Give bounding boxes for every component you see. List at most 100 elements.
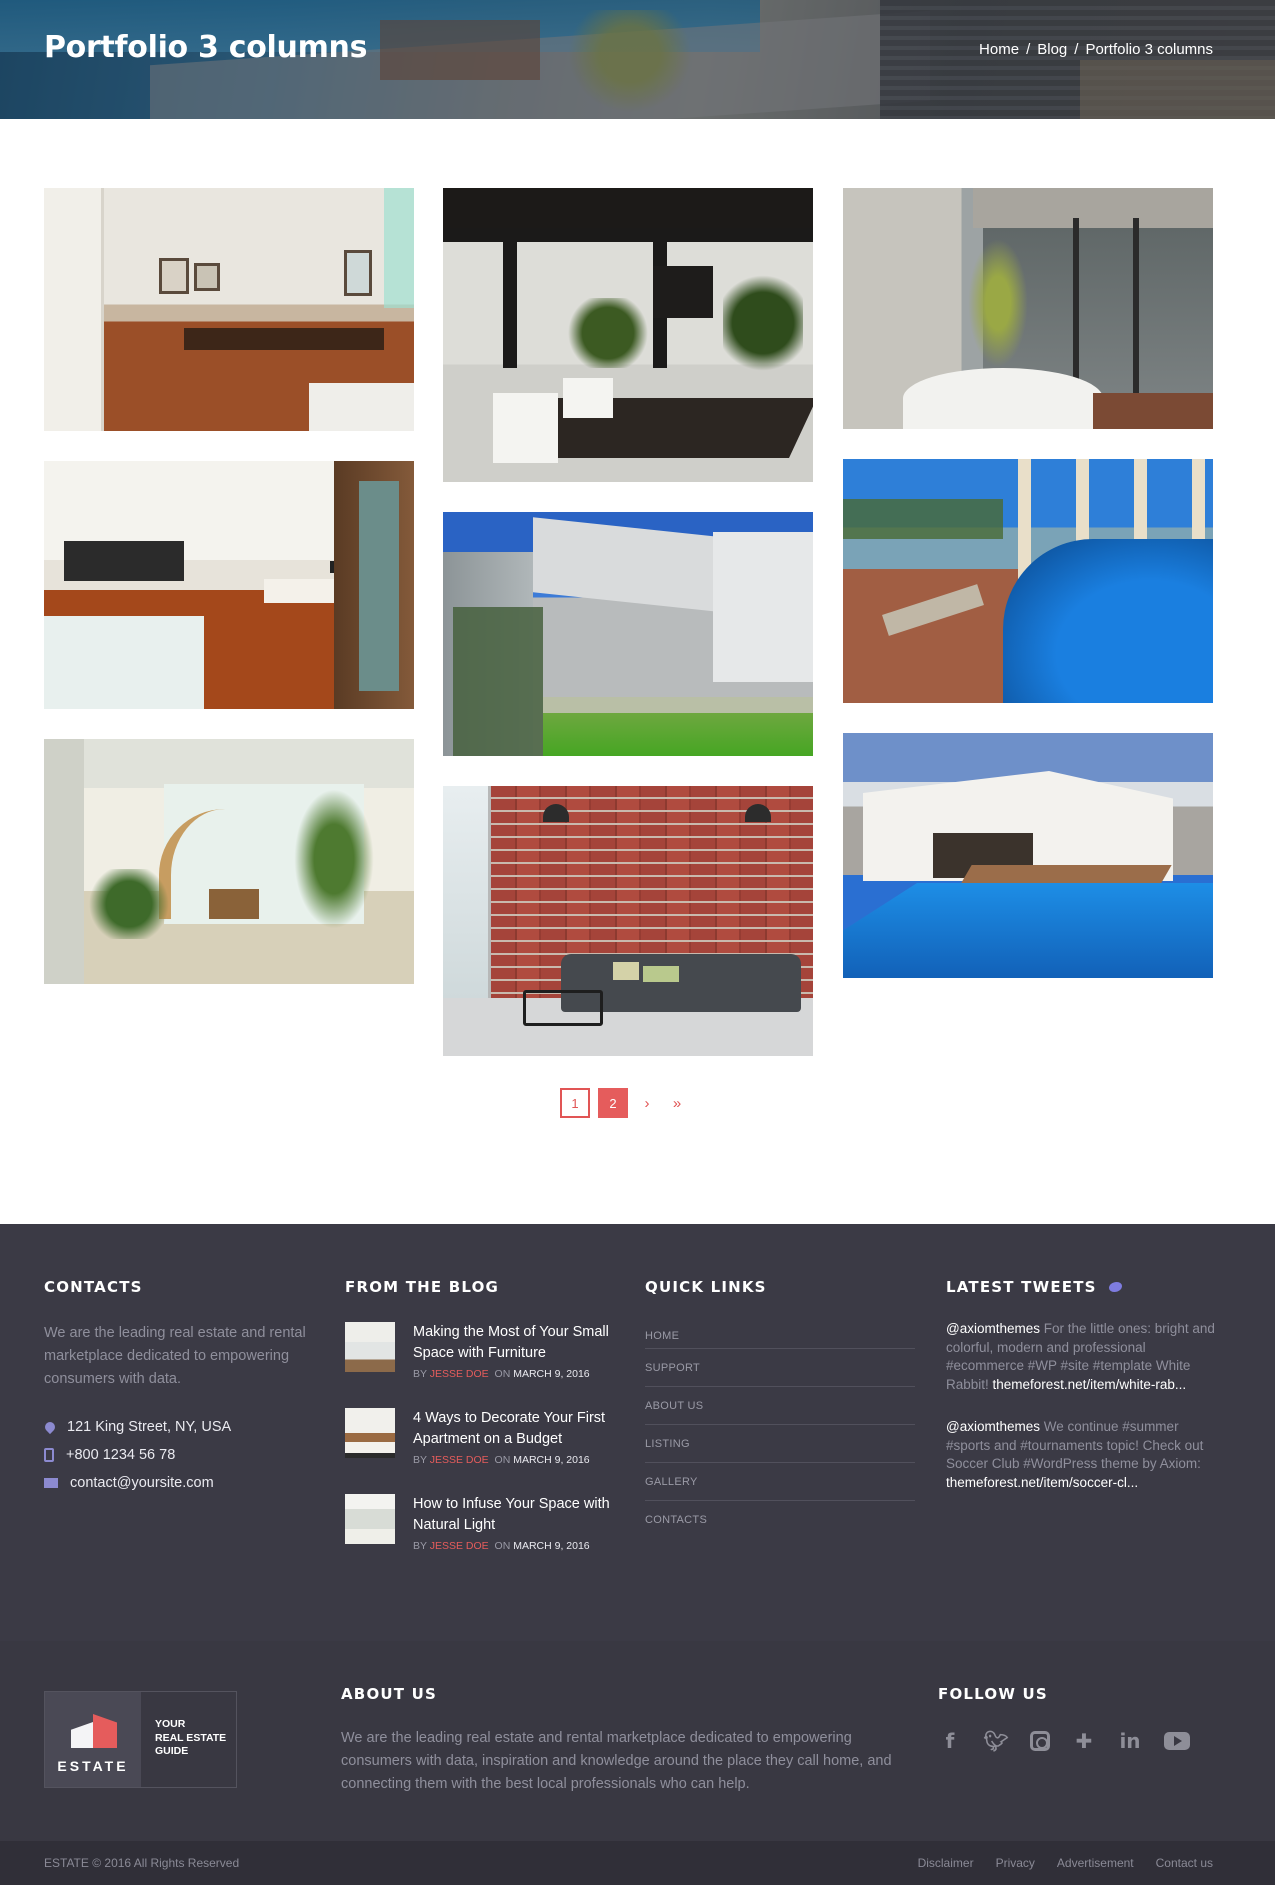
next-page-link[interactable]: › — [636, 1088, 658, 1118]
footer-contacts: CONTACTS We are the leading real estate … — [42, 1278, 314, 1491]
photo-tree — [963, 228, 1033, 378]
photo-plant — [294, 789, 374, 929]
social-links: f 🐦︎ ✚ in — [938, 1729, 1238, 1753]
advertisement-link[interactable]: Advertisement — [1057, 1856, 1134, 1870]
quick-link-contacts[interactable]: CONTACTS — [645, 1501, 915, 1539]
about-us-text: We are the leading real estate and renta… — [341, 1730, 892, 1792]
photo-wall-frame — [344, 250, 372, 296]
blog-post-thumbnail[interactable] — [345, 1494, 395, 1544]
photo-wall-frame — [159, 258, 189, 294]
quick-link-support[interactable]: SUPPORT — [645, 1349, 915, 1387]
blog-post: Making the Most of Your Small Space with… — [345, 1322, 615, 1380]
photo-lounger — [882, 584, 984, 636]
tweets-heading: LATEST TWEETS — [946, 1278, 1097, 1296]
facebook-icon[interactable]: f — [938, 1729, 962, 1753]
blog-post-author[interactable]: JESSE DOE — [430, 1540, 489, 1552]
portfolio-item-pool-deck[interactable] — [843, 459, 1213, 703]
footer-bottom-links: Disclaimer Privacy Advertisement Contact… — [918, 1856, 1213, 1870]
portfolio-item-staircase[interactable] — [44, 739, 414, 984]
page-1-link[interactable]: 1 — [560, 1088, 590, 1118]
tweet-handle[interactable]: @axiomthemes — [946, 1419, 1040, 1434]
phone-text: +800 1234 56 78 — [66, 1447, 176, 1463]
blog-post-author[interactable]: JESSE DOE — [430, 1454, 489, 1466]
portfolio-item-courtyard[interactable] — [843, 188, 1213, 429]
logo-tagline: YOUR REAL ESTATE GUIDE — [155, 1718, 227, 1757]
portfolio-item-dark-hall[interactable] — [443, 188, 813, 482]
footer-widgets: CONTACTS We are the leading real estate … — [0, 1224, 1275, 1641]
about-us-heading: ABOUT US — [341, 1685, 438, 1703]
quick-links-heading: QUICK LINKS — [645, 1278, 767, 1296]
blog-post-meta: BY JESSE DOE ON MARCH 9, 2016 — [413, 1368, 590, 1380]
tweet-link[interactable]: themeforest.net/item/white-rab... — [993, 1377, 1187, 1392]
photo-sofa — [264, 579, 334, 603]
disclaimer-link[interactable]: Disclaimer — [918, 1856, 974, 1870]
breadcrumb-home[interactable]: Home — [979, 41, 1019, 58]
footer-blog: FROM THE BLOG Making the Most of Your Sm… — [345, 1278, 615, 1552]
twitter-bird-icon — [1108, 1282, 1122, 1292]
copyright-text: ESTATE © 2016 All Rights Reserved — [44, 1856, 240, 1870]
photo-deck — [1093, 393, 1213, 429]
last-page-link[interactable]: » — [666, 1088, 688, 1118]
envelope-icon — [44, 1478, 58, 1488]
photo-cabinets — [64, 541, 184, 581]
twitter-icon[interactable]: 🐦︎ — [983, 1729, 1008, 1753]
photo-plant — [723, 268, 803, 378]
tweet-handle[interactable]: @axiomthemes — [946, 1321, 1040, 1336]
youtube-icon[interactable] — [1164, 1732, 1190, 1750]
photo-ceiling — [973, 188, 1213, 228]
quick-link-listing[interactable]: LISTING — [645, 1425, 915, 1463]
blog-post-thumbnail[interactable] — [345, 1322, 395, 1372]
tweets-header: LATEST TWEETS — [946, 1278, 1226, 1296]
quick-link-about-us[interactable]: ABOUT US — [645, 1387, 915, 1425]
blog-post-title[interactable]: Making the Most of Your Small Space with… — [413, 1324, 609, 1361]
footer-quick-links: QUICK LINKS HOME SUPPORT ABOUT US LISTIN… — [645, 1278, 915, 1539]
blog-post: How to Infuse Your Space with Natural Li… — [345, 1494, 615, 1552]
tweet-link[interactable]: themeforest.net/item/soccer-cl... — [946, 1475, 1138, 1490]
plus-icon[interactable]: ✚ — [1072, 1729, 1096, 1753]
blog-post-list: Making the Most of Your Small Space with… — [345, 1322, 615, 1552]
photo-cushion — [613, 962, 639, 980]
privacy-link[interactable]: Privacy — [996, 1856, 1035, 1870]
photo-chair — [209, 889, 259, 919]
page-2-current[interactable]: 2 — [598, 1088, 628, 1118]
photo-pool — [1003, 539, 1213, 703]
portfolio-item-villa[interactable] — [843, 733, 1213, 978]
photo-chair — [563, 378, 613, 418]
photo-chair — [493, 393, 558, 463]
photo-pool — [843, 883, 1213, 978]
linkedin-icon[interactable]: in — [1118, 1729, 1142, 1753]
quick-links-list: HOME SUPPORT ABOUT US LISTING GALLERY CO… — [645, 1324, 915, 1539]
contacts-heading: CONTACTS — [44, 1278, 143, 1296]
pagination: 1 2 › » — [560, 1088, 688, 1118]
follow-us-heading: FOLLOW US — [938, 1685, 1048, 1703]
tweet-item: @axiomthemes We continue #summer #sports… — [946, 1418, 1226, 1492]
footer-latest-tweets: LATEST TWEETS @axiomthemes For the littl… — [946, 1278, 1226, 1492]
phone-icon — [44, 1448, 54, 1462]
photo-pebbles — [903, 368, 1103, 429]
footer-about-us: ABOUT US We are the leading real estate … — [341, 1685, 921, 1796]
quick-link-gallery[interactable]: GALLERY — [645, 1463, 915, 1501]
portfolio-item-dining-room[interactable] — [44, 188, 414, 431]
portfolio-column-2 — [443, 188, 813, 1086]
blog-post-date: MARCH 9, 2016 — [513, 1368, 590, 1380]
blog-post-title[interactable]: How to Infuse Your Space with Natural Li… — [413, 1496, 610, 1533]
portfolio-item-brick-wall[interactable] — [443, 786, 813, 1056]
email-link[interactable]: contact@yoursite.com — [70, 1475, 214, 1491]
breadcrumb-blog[interactable]: Blog — [1037, 41, 1067, 58]
contacts-description: We are the leading real estate and renta… — [44, 1325, 306, 1387]
portfolio-item-kitchen[interactable] — [44, 461, 414, 709]
portfolio-item-concrete-frame[interactable] — [443, 512, 813, 756]
logo-wordmark: ESTATE — [57, 1758, 129, 1774]
instagram-icon[interactable] — [1030, 1731, 1050, 1751]
breadcrumb-separator: / — [1026, 41, 1031, 58]
photo-table — [523, 990, 603, 1026]
site-logo[interactable]: ESTATE YOUR REAL ESTATE GUIDE — [44, 1691, 237, 1788]
blog-post-thumbnail[interactable] — [345, 1408, 395, 1458]
blog-post-author[interactable]: JESSE DOE — [430, 1368, 489, 1380]
address-text: 121 King Street, NY, USA — [67, 1419, 232, 1435]
logo-mark: ESTATE — [45, 1692, 141, 1787]
quick-link-home[interactable]: HOME — [645, 1324, 915, 1349]
photo-beam — [443, 228, 813, 242]
contact-us-link[interactable]: Contact us — [1156, 1856, 1213, 1870]
blog-post-title[interactable]: 4 Ways to Decorate Your First Apartment … — [413, 1410, 605, 1447]
